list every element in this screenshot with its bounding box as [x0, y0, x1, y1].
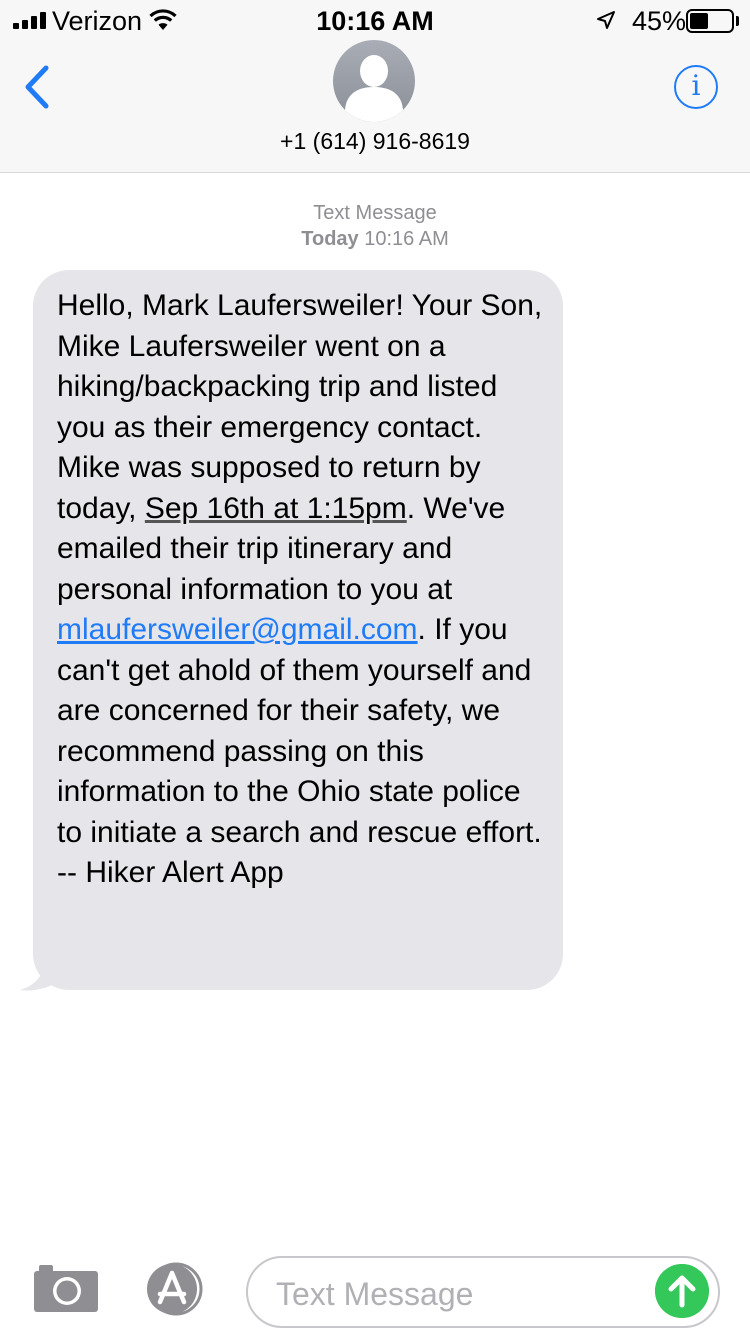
email-link[interactable]: mlaufersweiler@gmail.com [57, 613, 418, 646]
message-timestamp: Text Message Today 10:16 AM [0, 200, 750, 252]
service-label: Text Message [313, 202, 437, 224]
battery-percent: 45% [632, 6, 687, 36]
message-part-3: . If you can't get ahold of them yoursel… [57, 613, 542, 889]
top-bar: Verizon 10:16 AM 45% +1 (614) 916-8619 i [0, 0, 750, 173]
timestamp-line: Today 10:16 AM [0, 226, 750, 252]
input-placeholder: Text Message [276, 1276, 474, 1312]
contact-avatar-icon[interactable] [333, 40, 415, 122]
location-arrow-icon [597, 11, 615, 29]
timestamp-time: 10:16 AM [364, 228, 449, 250]
status-bar: Verizon 10:16 AM 45% [0, 0, 750, 40]
timestamp-day: Today [301, 228, 359, 250]
battery-icon [686, 9, 734, 33]
message-part-1: Hello, Mark Laufersweiler! Your Son, Mik… [57, 289, 543, 525]
back-chevron-icon[interactable] [18, 62, 58, 112]
camera-icon[interactable] [33, 1263, 99, 1313]
send-arrow-icon[interactable] [655, 1264, 709, 1318]
message-input[interactable]: Text Message [246, 1256, 720, 1328]
battery-tip [736, 16, 739, 26]
date-link[interactable]: Sep 16th at 1:15pm [145, 492, 407, 525]
message-bubble[interactable]: Hello, Mark Laufersweiler! Your Son, Mik… [33, 270, 563, 990]
contact-number[interactable]: +1 (614) 916-8619 [0, 128, 750, 155]
message-text: Hello, Mark Laufersweiler! Your Son, Mik… [57, 286, 543, 894]
app-store-icon[interactable] [140, 1262, 212, 1316]
info-icon[interactable]: i [674, 65, 718, 109]
